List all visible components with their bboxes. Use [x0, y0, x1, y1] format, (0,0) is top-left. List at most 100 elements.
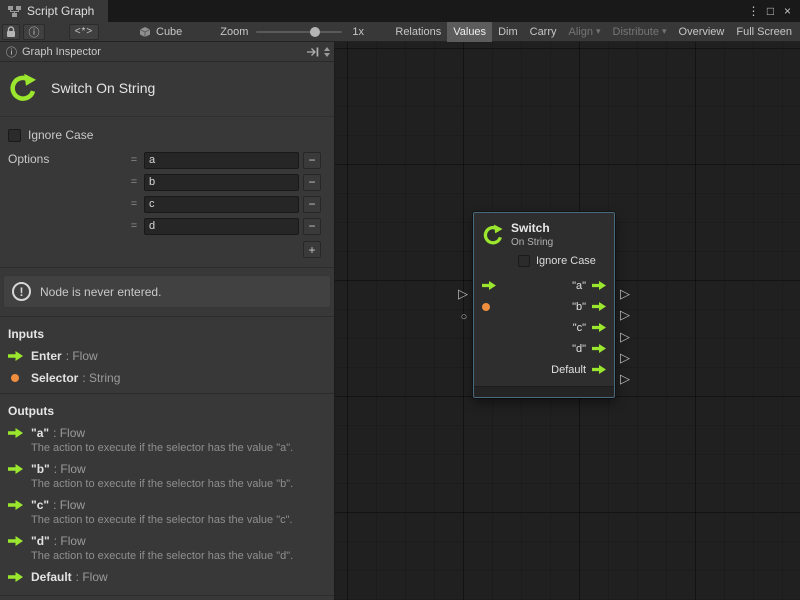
node-footer [474, 386, 614, 397]
input-port-row: Selector : String [8, 371, 326, 385]
ignore-case-row: Ignore Case [8, 128, 334, 142]
drag-handle-icon[interactable]: = [128, 176, 140, 188]
option-input[interactable] [144, 174, 299, 191]
node-output-label: "c" [573, 322, 586, 334]
graph-canvas[interactable]: Switch On String Ignore Case "a" [335, 42, 800, 600]
port-type: : Flow [66, 349, 98, 363]
divider [0, 267, 334, 268]
drag-handle-icon[interactable]: = [128, 154, 140, 166]
port-name: "b" [31, 462, 50, 476]
output-port-icon[interactable] [592, 281, 606, 290]
toolbar-button-group: Relations Values Dim Carry Align ▾ Distr… [389, 22, 800, 42]
output-port-icon[interactable] [592, 344, 606, 353]
option-input[interactable] [144, 196, 299, 213]
toolbar-button-overview[interactable]: Overview [673, 22, 731, 42]
ghost-output-triangle[interactable]: ▷ [618, 371, 632, 387]
port-name: "c" [31, 498, 49, 512]
port-type: : Flow [54, 534, 86, 548]
port-name: "a" [31, 426, 49, 440]
port-name: Default [31, 570, 72, 584]
port-type: : Flow [54, 462, 86, 476]
object-picker[interactable]: Cube [139, 26, 182, 38]
zoom-slider-knob[interactable] [310, 27, 320, 37]
port-name: "d" [31, 534, 50, 548]
options-section: Options = − = − = − = [0, 149, 334, 259]
node-ignore-case-checkbox[interactable] [518, 255, 530, 267]
output-port-icon[interactable] [592, 302, 606, 311]
switch-on-string-node[interactable]: Switch On String Ignore Case "a" [473, 212, 615, 398]
flow-arrow-icon [8, 351, 23, 361]
port-type: : Flow [53, 498, 85, 512]
cube-icon [139, 26, 151, 38]
ghost-input-triangle[interactable]: ▷ [456, 286, 470, 302]
zoom-value: 1x [352, 26, 364, 38]
toolbar-button-dim[interactable]: Dim [492, 22, 524, 42]
scroll-spinner[interactable] [324, 47, 330, 57]
option-input[interactable] [144, 152, 299, 169]
value-dot-icon [11, 374, 19, 382]
toolbar-button-carry[interactable]: Carry [524, 22, 563, 42]
selector-port-icon[interactable] [482, 303, 490, 311]
add-option-button[interactable]: + [303, 241, 321, 258]
warning-icon: ! [12, 282, 31, 301]
output-port-row: Default : Flow [8, 570, 326, 584]
toolbar-button-align[interactable]: Align ▾ [563, 22, 607, 42]
port-type: : String [82, 371, 120, 385]
output-port-icon[interactable] [592, 365, 606, 374]
option-row: = − [128, 149, 321, 171]
port-type: : Flow [76, 570, 108, 584]
toolbar-button-values[interactable]: Values [447, 22, 492, 42]
output-port-row: "b" : Flow [8, 462, 326, 476]
output-port-row: "c" : Flow [8, 498, 326, 512]
input-port-row: Enter : Flow [8, 349, 326, 363]
node-ports: "a" "b" "c" [474, 267, 614, 382]
ghost-output-triangle[interactable]: ▷ [618, 350, 632, 366]
toolbar-button-fullscreen[interactable]: Full Screen [730, 22, 798, 42]
node-title: Switch [511, 221, 553, 235]
window-controls: ⋮ □ × [745, 0, 800, 22]
node-subtitle: On String [511, 237, 553, 248]
remove-option-button[interactable]: − [303, 196, 321, 213]
zoom-slider[interactable] [256, 31, 342, 33]
toolbar-button-distribute[interactable]: Distribute ▾ [607, 22, 673, 42]
node-ignore-case-row: Ignore Case [474, 250, 614, 267]
drag-handle-icon[interactable]: = [128, 198, 140, 210]
drag-handle-icon[interactable]: = [128, 220, 140, 232]
remove-option-button[interactable]: − [303, 152, 321, 169]
node-port-row: Default [474, 359, 614, 380]
option-row: = − [128, 171, 321, 193]
enter-port-icon[interactable] [482, 281, 496, 290]
node-output-label: Default [551, 364, 586, 376]
inspector-header-title: Graph Inspector [22, 46, 101, 58]
option-input[interactable] [144, 218, 299, 235]
chevron-down-icon: ▾ [662, 26, 667, 37]
ghost-output-triangle[interactable]: ▷ [618, 307, 632, 323]
node-port-row: "c" [474, 317, 614, 338]
port-description: The action to execute if the selector ha… [31, 442, 326, 454]
remove-option-button[interactable]: − [303, 218, 321, 235]
switch-unit-icon [8, 73, 38, 103]
ghost-input-circle[interactable]: ○ [457, 309, 471, 325]
unit-title: Switch On String [51, 80, 155, 96]
port-description: The action to execute if the selector ha… [31, 514, 326, 526]
warning-text: Node is never entered. [40, 285, 161, 299]
divider [0, 316, 334, 317]
close-icon[interactable]: × [779, 4, 796, 18]
option-row: = − [128, 193, 321, 215]
output-port-icon[interactable] [592, 323, 606, 332]
dock-icon[interactable] [307, 47, 319, 57]
kebab-menu-icon[interactable]: ⋮ [745, 4, 762, 18]
graph-icon [8, 5, 21, 18]
tab-script-graph[interactable]: Script Graph [0, 0, 108, 22]
remove-option-button[interactable]: − [303, 174, 321, 191]
lock-icon[interactable] [2, 24, 20, 40]
zoom-label: Zoom [220, 26, 248, 38]
node-ignore-case-label: Ignore Case [536, 255, 596, 267]
code-view-icon[interactable]: <*> [69, 24, 99, 40]
ignore-case-checkbox[interactable] [8, 129, 21, 142]
ghost-output-triangle[interactable]: ▷ [618, 329, 632, 345]
maximize-icon[interactable]: □ [762, 4, 779, 18]
ghost-output-triangle[interactable]: ▷ [618, 286, 632, 302]
info-toggle-icon[interactable]: ⓘ [23, 24, 45, 40]
toolbar-button-relations[interactable]: Relations [389, 22, 447, 42]
